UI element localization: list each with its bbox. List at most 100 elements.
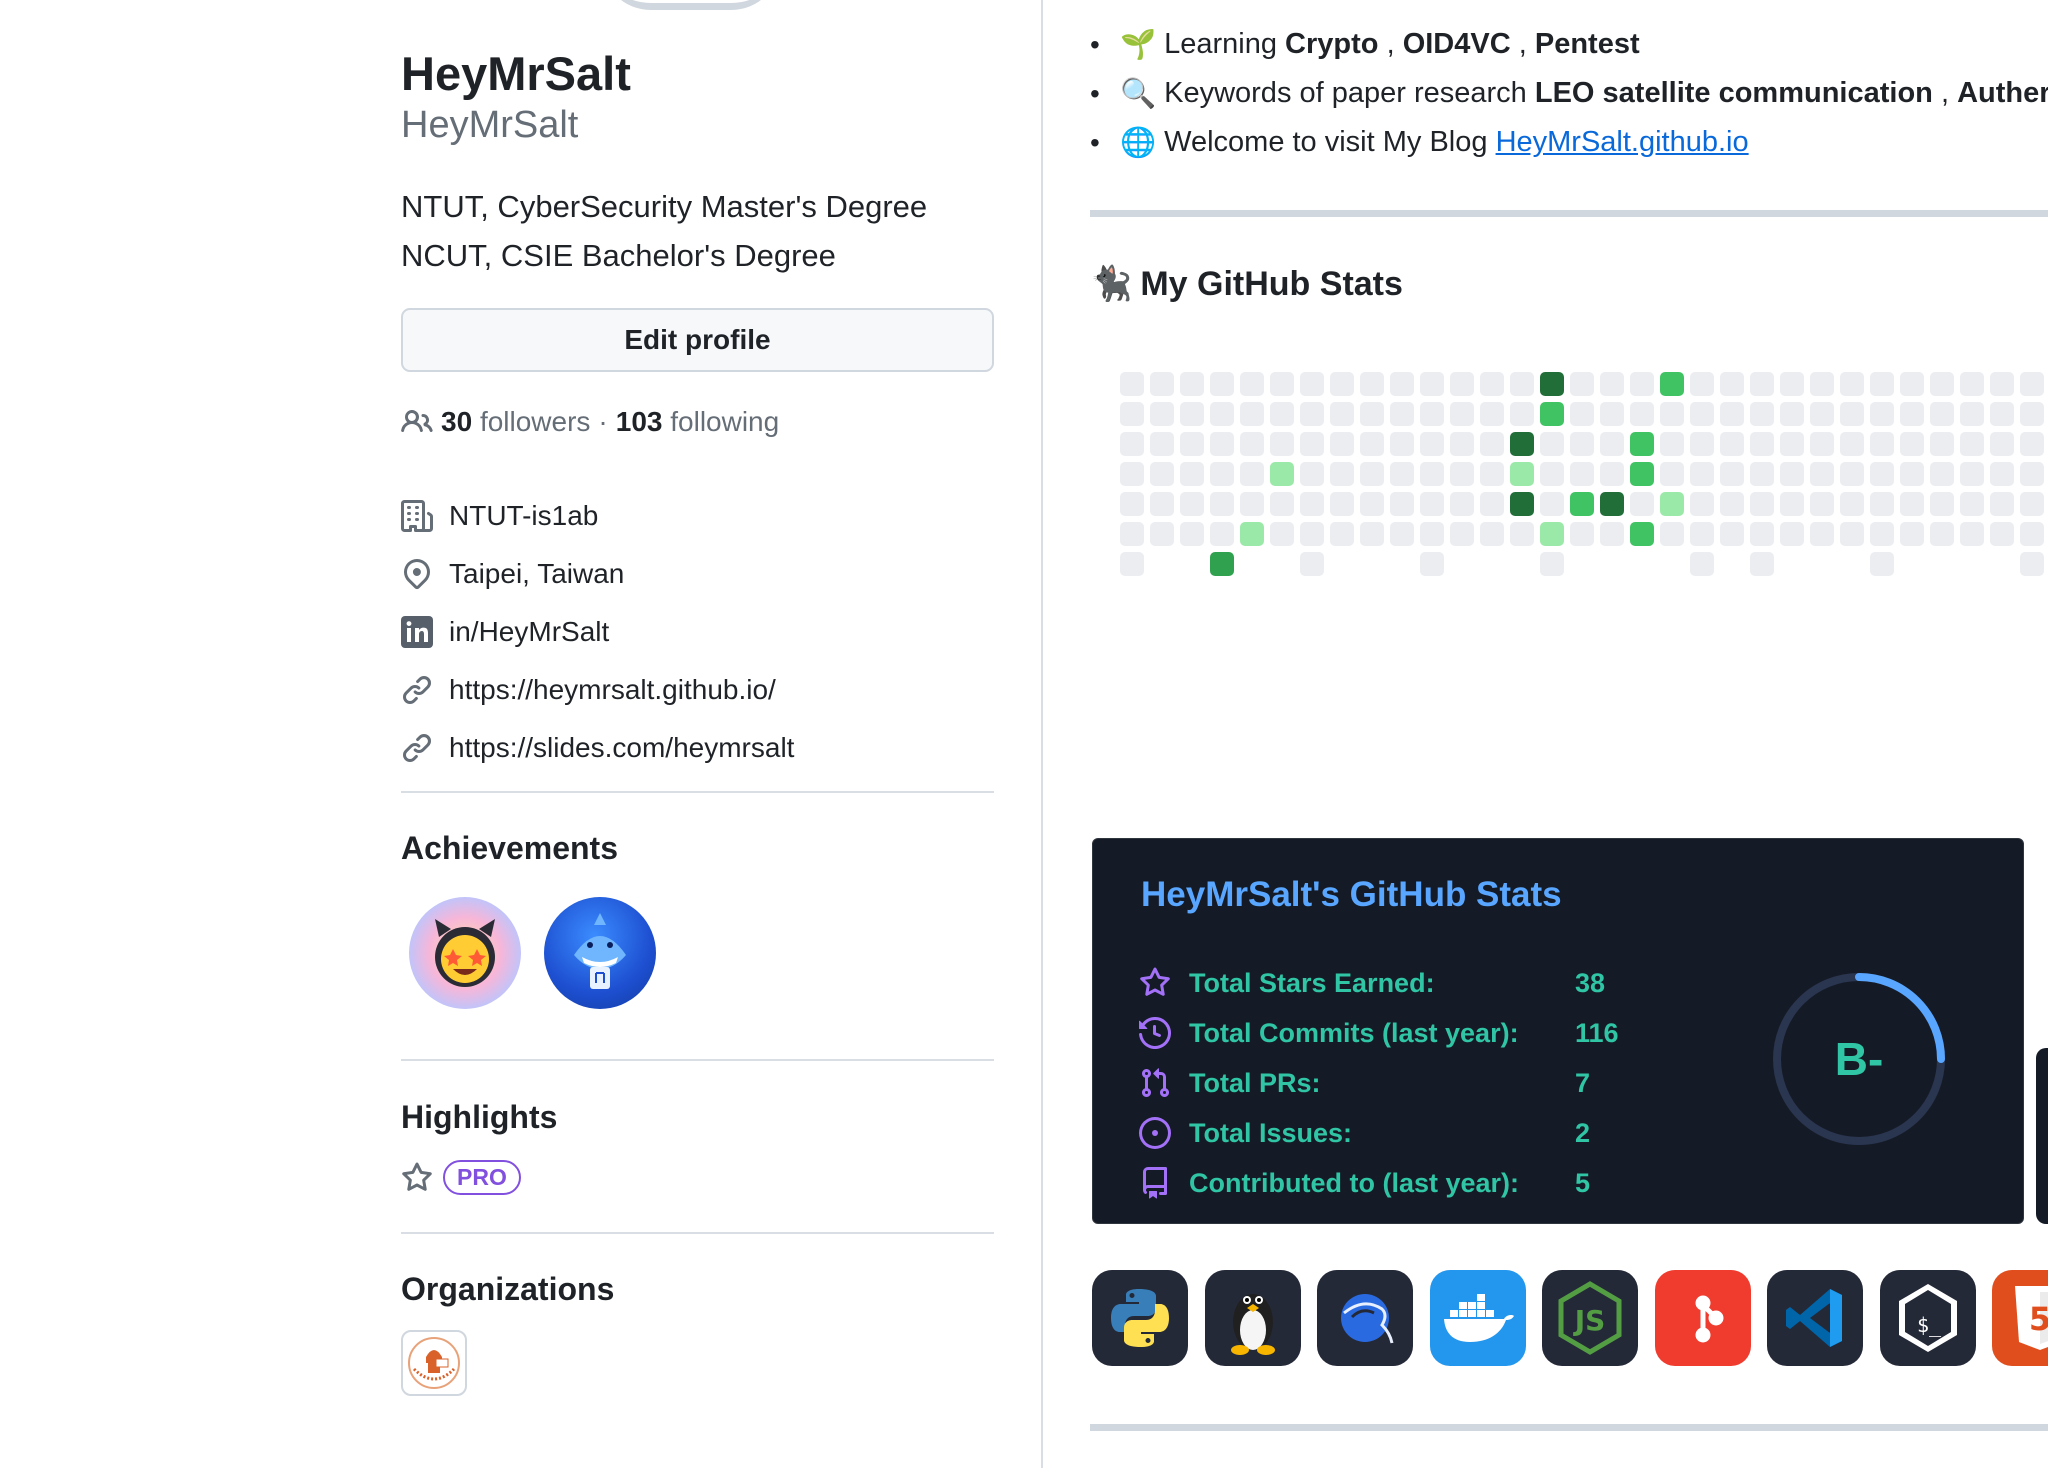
org-avatar-ntut-is1ab[interactable]	[401, 1330, 467, 1396]
nodejs-icon: JS	[1542, 1270, 1638, 1366]
contribution-cell	[1360, 522, 1384, 546]
contribution-cell	[1630, 492, 1654, 516]
contribution-cell	[1660, 402, 1684, 426]
org-logo-icon	[408, 1337, 460, 1389]
profile-company[interactable]: NTUT-is1ab	[401, 487, 794, 545]
contribution-cell	[1330, 372, 1354, 396]
contribution-cell	[1180, 522, 1204, 546]
html5-icon: 5	[1992, 1270, 2048, 1366]
profile-website-link[interactable]: https://heymrsalt.github.io/	[401, 661, 794, 719]
contribution-cell	[1690, 522, 1714, 546]
contribution-cell	[1870, 432, 1894, 456]
contribution-cell	[1510, 492, 1534, 516]
svg-text:5: 5	[2029, 1300, 2048, 1338]
contribution-cell	[1450, 492, 1474, 516]
contribution-cell	[1150, 402, 1174, 426]
contribution-cell	[1690, 432, 1714, 456]
contribution-cell	[1300, 372, 1324, 396]
achievements-title[interactable]: Achievements	[401, 830, 618, 867]
contribution-cell	[1750, 462, 1774, 486]
edit-profile-button[interactable]: Edit profile	[401, 308, 994, 372]
contribution-cell	[1870, 552, 1894, 576]
contribution-cell	[1210, 492, 1234, 516]
seedling-icon: 🌱	[1120, 28, 1157, 61]
keyword: LEO satellite communication	[1534, 77, 1933, 109]
contribution-cell	[1330, 522, 1354, 546]
contribution-cell	[1810, 462, 1834, 486]
contribution-cell	[1750, 402, 1774, 426]
contribution-cell	[1450, 372, 1474, 396]
git-icon	[1654, 1270, 1751, 1366]
contribution-cell	[1390, 402, 1414, 426]
contribution-cell	[1750, 522, 1774, 546]
python-icon	[1092, 1270, 1188, 1366]
contribution-cell	[1390, 492, 1414, 516]
contribution-cell	[1600, 372, 1624, 396]
contribution-cell	[1690, 372, 1714, 396]
people-icon	[401, 409, 433, 433]
star-icon	[1140, 967, 1170, 996]
contribution-cell	[1690, 492, 1714, 516]
contribution-cell	[1210, 372, 1234, 396]
contribution-cell	[1210, 552, 1234, 576]
contribution-cell	[1150, 522, 1174, 546]
followers-label: followers	[479, 406, 591, 437]
contribution-cell	[1180, 492, 1204, 516]
contribution-cell	[2020, 462, 2044, 486]
stat-value: 38	[1575, 967, 1606, 998]
location-text: Taipei, Taiwan	[449, 558, 625, 589]
contribution-cell	[1900, 492, 1924, 516]
contribution-cell	[1630, 462, 1654, 486]
contribution-cell	[1960, 492, 1984, 516]
contribution-cell	[1330, 432, 1354, 456]
readme-item-learning: 🌱 Learning Crypto , OID4VC , Pentest	[1090, 20, 2048, 69]
following-link[interactable]: 103 following	[616, 406, 779, 438]
stat-label: Total Issues:	[1189, 1117, 1353, 1148]
contribution-cell	[1330, 402, 1354, 426]
contribution-cell	[1720, 372, 1744, 396]
contribution-cell	[1360, 372, 1384, 396]
contribution-cell	[1810, 522, 1834, 546]
contribution-cell	[1480, 492, 1504, 516]
blog-link[interactable]: HeyMrSalt.github.io	[1496, 126, 1749, 159]
contribution-cell	[1120, 552, 1144, 576]
star-icon	[402, 1162, 432, 1191]
contribution-cell	[1360, 402, 1384, 426]
contribution-cell	[1510, 402, 1534, 426]
followers-link[interactable]: 30 followers	[441, 406, 590, 438]
profile-bio: NTUT, CyberSecurity Master's Degree NCUT…	[401, 182, 927, 280]
highlights-row: PRO	[401, 1160, 521, 1195]
contribution-cell	[1600, 462, 1624, 486]
contribution-cell	[1840, 462, 1864, 486]
contribution-cell	[1300, 522, 1324, 546]
contribution-cell	[1120, 402, 1144, 426]
achievement-badge-pull-shark[interactable]	[544, 897, 656, 1009]
vscode-icon	[1767, 1270, 1863, 1366]
comma: ,	[1518, 28, 1527, 60]
organizations-title: Organizations	[401, 1271, 615, 1307]
contribution-cell	[1990, 492, 2014, 516]
contribution-cell	[1420, 552, 1444, 576]
contribution-cell	[1210, 432, 1234, 456]
avatar[interactable]	[601, 0, 781, 10]
contribution-cell	[1900, 462, 1924, 486]
contribution-cell	[1990, 522, 2014, 546]
contribution-cell	[1660, 432, 1684, 456]
readme-divider	[1090, 210, 2048, 217]
achievement-badge-starstruck[interactable]	[409, 897, 521, 1009]
contribution-cell	[1690, 552, 1714, 576]
contribution-cell	[1570, 402, 1594, 426]
contribution-cell	[1600, 492, 1624, 516]
linkedin-text: in/HeyMrSalt	[449, 616, 610, 647]
profile-slides-link[interactable]: https://slides.com/heymrsalt	[401, 719, 794, 777]
contribution-cell	[1990, 402, 2014, 426]
contribution-cell	[1780, 372, 1804, 396]
contribution-cell	[1450, 402, 1474, 426]
company-text: NTUT-is1ab	[449, 500, 599, 531]
stats-card-title: HeyMrSalt's GitHub Stats	[1141, 875, 1562, 914]
readme-divider	[1090, 1424, 2048, 1431]
profile-linkedin[interactable]: in/HeyMrSalt	[401, 603, 794, 661]
stat-row-issues: Total Issues: 2	[1139, 1113, 1590, 1153]
blog-prefix: Welcome to visit My Blog	[1164, 126, 1488, 158]
history-icon	[1139, 1017, 1171, 1049]
